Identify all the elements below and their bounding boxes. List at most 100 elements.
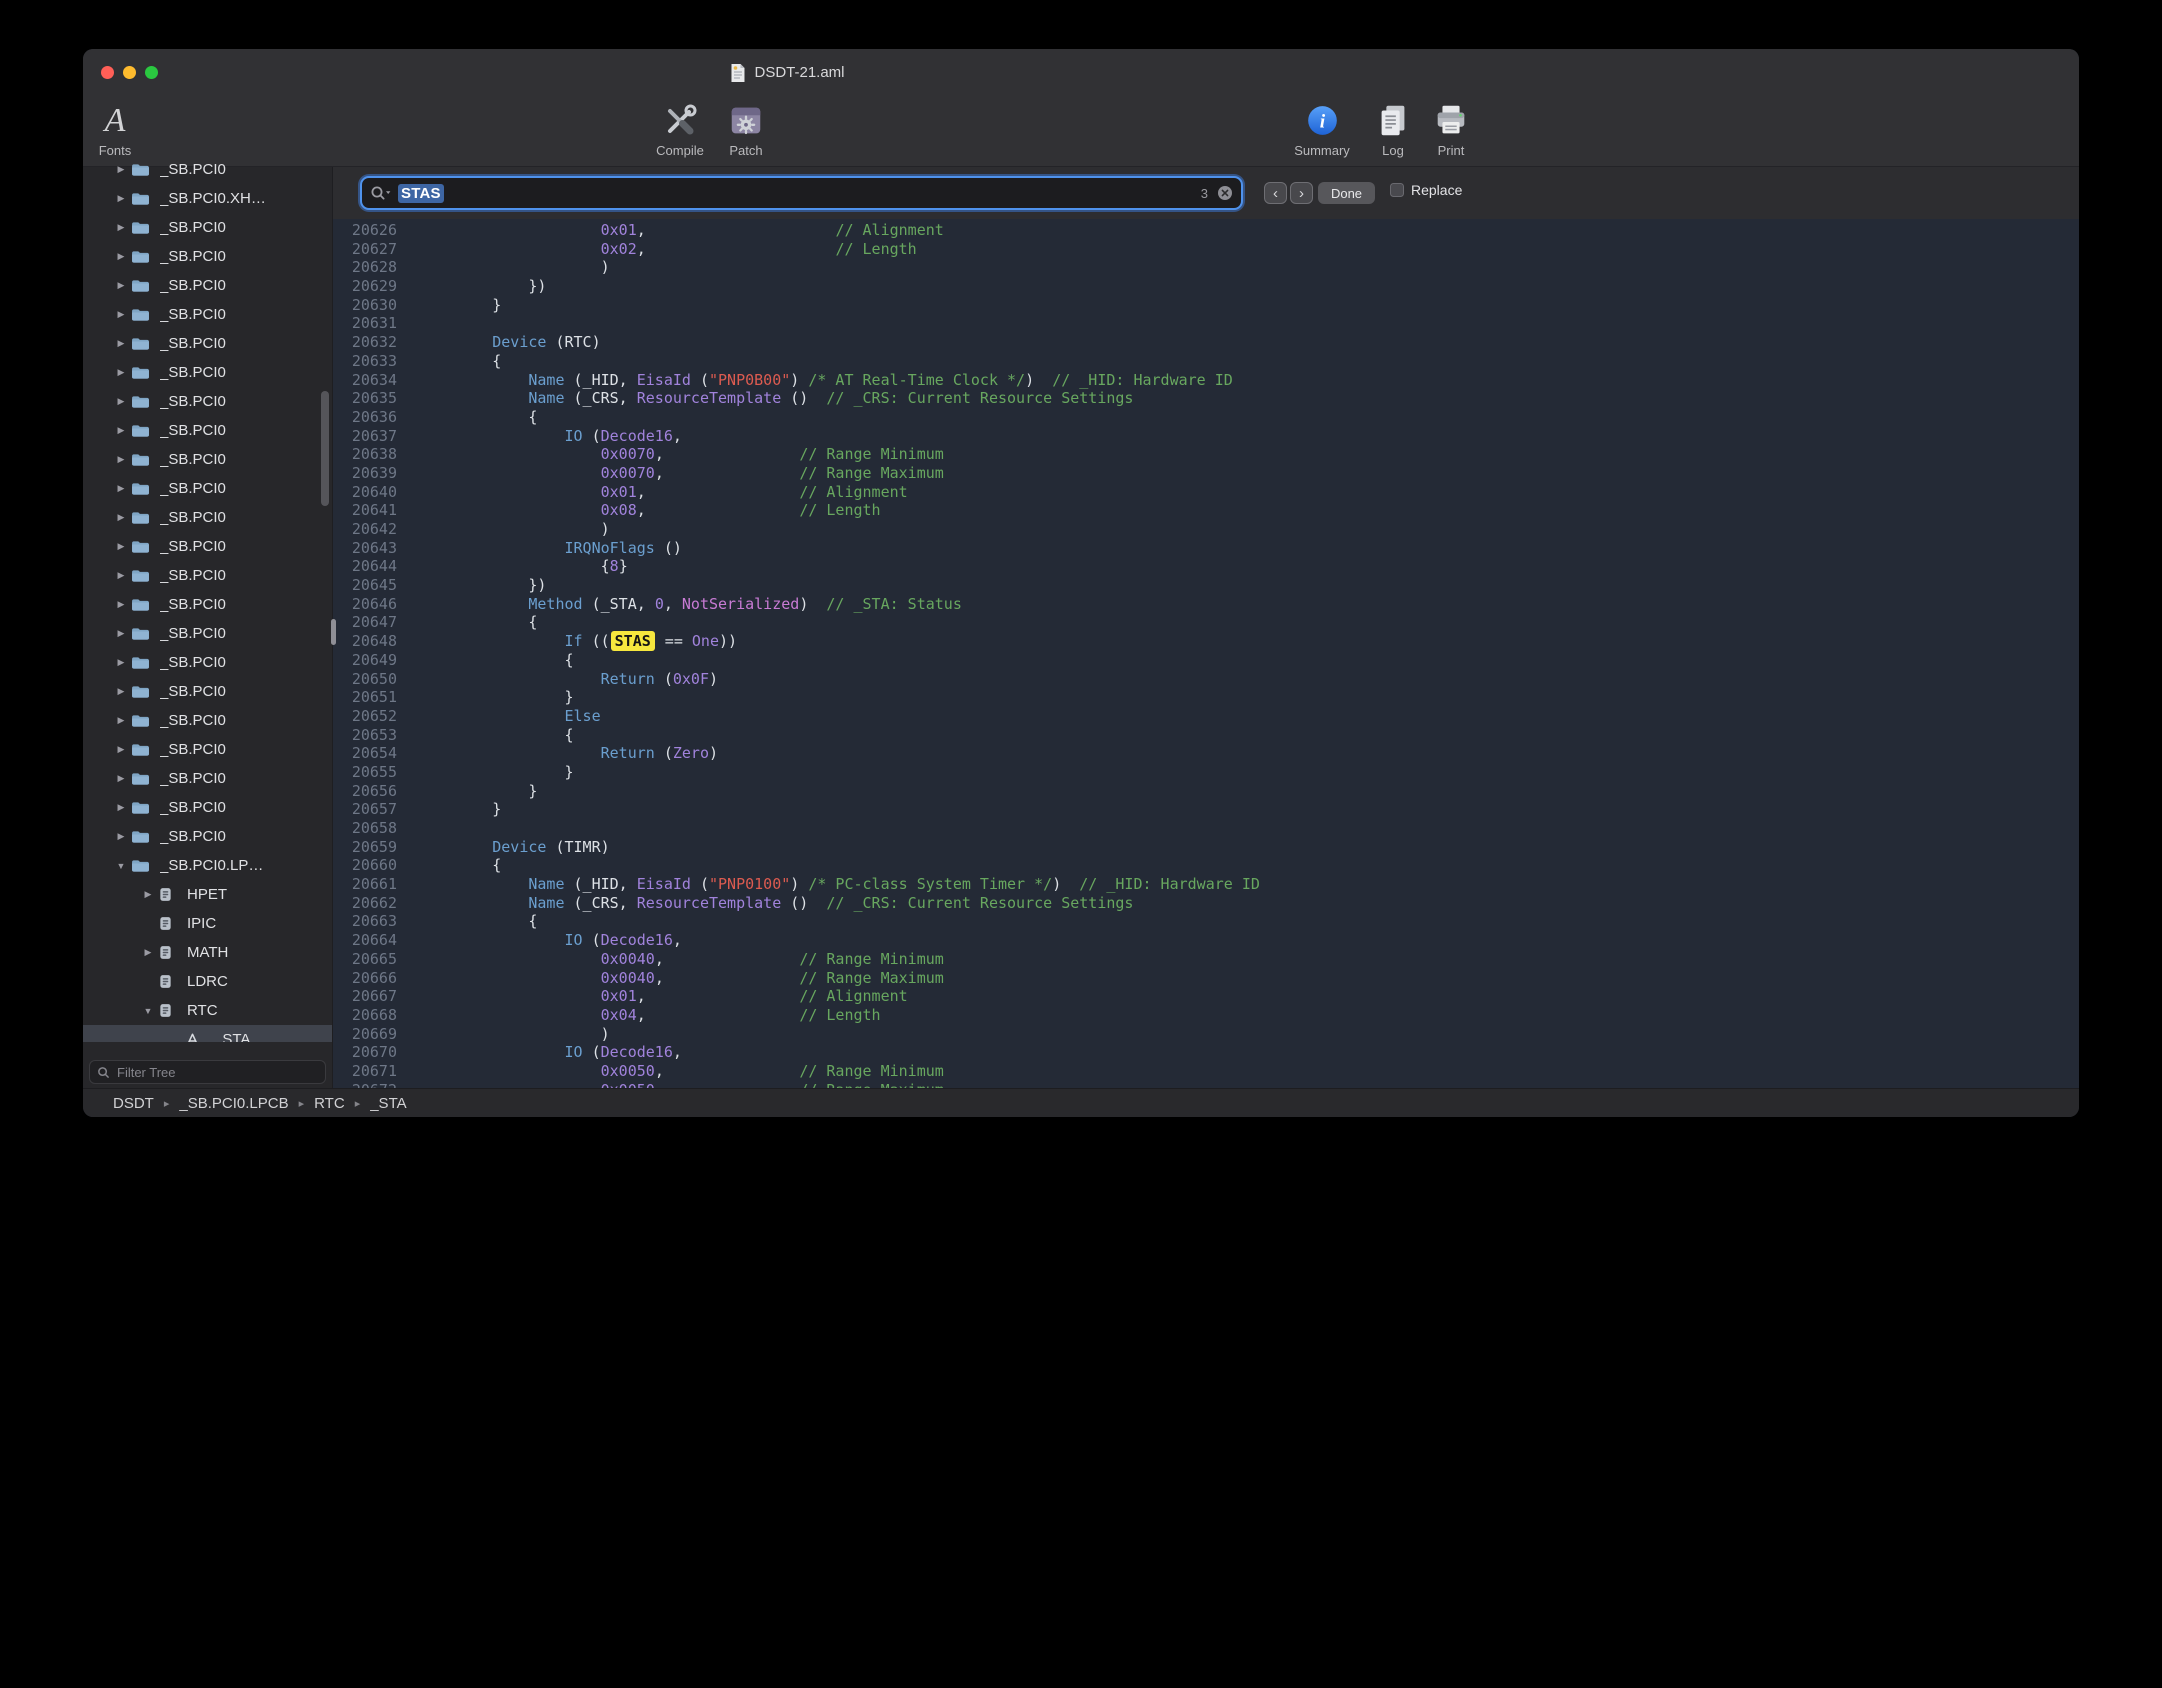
breadcrumb-item[interactable]: _STA: [370, 1095, 406, 1112]
code-line: 20631: [333, 314, 2079, 333]
toolbar-fonts-button[interactable]: AFonts: [83, 98, 163, 158]
next-match-button[interactable]: ›: [1290, 182, 1313, 204]
tree-item-rtc[interactable]: ▼RTC: [83, 996, 332, 1025]
search-icon[interactable]: [370, 185, 392, 201]
sidebar-scrollbar-thumb[interactable]: [321, 391, 329, 506]
tree-item-ipic[interactable]: IPIC: [83, 909, 332, 938]
tree-item-sb-pci0-xh[interactable]: ▶_SB.PCI0.XH…: [83, 184, 332, 213]
tree-item-sta[interactable]: _STA: [83, 1025, 332, 1042]
tree-item-hpet[interactable]: ▶HPET: [83, 880, 332, 909]
code-text: ): [409, 258, 610, 277]
tree-item-sb-pci0[interactable]: ▶_SB.PCI0: [83, 822, 332, 851]
tree-item-sb-pci0[interactable]: ▶_SB.PCI0: [83, 561, 332, 590]
disclosure-triangle[interactable]: ▶: [111, 657, 131, 668]
tree-item-sb-pci0[interactable]: ▶ _SB.PCI0: [83, 242, 332, 271]
tree-item-sb-pci0[interactable]: ▶_SB.PCI0: [83, 271, 332, 300]
code-editor[interactable]: 20626 0x01, // Alignment20627 0x02, // L…: [333, 219, 2079, 1090]
tree-item-sb-pci0[interactable]: ▶_SB.PCI0: [83, 648, 332, 677]
code-text: [409, 819, 420, 838]
scope-icon: [158, 916, 178, 932]
filter-tree-input[interactable]: [115, 1064, 318, 1081]
replace-checkbox[interactable]: [1390, 183, 1404, 197]
disclosure-triangle[interactable]: ▶: [111, 367, 131, 378]
disclosure-triangle[interactable]: ▶: [111, 222, 131, 233]
disclosure-triangle[interactable]: ▶: [111, 802, 131, 813]
disclosure-triangle[interactable]: ▶: [111, 483, 131, 494]
dsdt-tree[interactable]: ▶ _SB.PCI0 ▶_SB.PCI0.XH… ▶ _SB.PCI0 ▶ _SB.PCI0…: [83, 155, 332, 1042]
tree-item-math[interactable]: ▶MATH: [83, 938, 332, 967]
breadcrumb-item[interactable]: DSDT: [113, 1095, 154, 1112]
disclosure-triangle[interactable]: ▶: [111, 628, 131, 639]
tree-item-sb-pci0[interactable]: ▶_SB.PCI0: [83, 735, 332, 764]
tree-item-sb-pci0[interactable]: ▶_SB.PCI0: [83, 764, 332, 793]
disclosure-triangle[interactable]: ▼: [138, 1006, 158, 1016]
filter-tree-field[interactable]: [89, 1060, 326, 1084]
tree-item-sb-pci0[interactable]: ▶ _SB.PCI0: [83, 503, 332, 532]
disclosure-triangle[interactable]: ▶: [111, 280, 131, 291]
disclosure-triangle[interactable]: ▶: [111, 570, 131, 581]
tree-item-sb-pci0[interactable]: ▶_SB.PCI0: [83, 155, 332, 184]
breadcrumb-item[interactable]: RTC: [314, 1095, 345, 1112]
tree-item-sb-pci0[interactable]: ▶_SB.PCI0: [83, 358, 332, 387]
search-input[interactable]: STAS 3: [360, 176, 1243, 210]
disclosure-triangle[interactable]: ▶: [111, 512, 131, 523]
pane-splitter-handle[interactable]: [331, 619, 336, 645]
code-text: {: [409, 912, 537, 931]
tree-item-label: _SB.PCI0: [160, 248, 226, 265]
tree-item-sb-pci0[interactable]: ▶_SB.PCI0: [83, 474, 332, 503]
disclosure-triangle[interactable]: ▶: [138, 889, 158, 900]
tree-item-sb-pci0[interactable]: ▶_SB.PCI0: [83, 532, 332, 561]
disclosure-triangle[interactable]: ▶: [111, 831, 131, 842]
tree-item-sb-pci0[interactable]: ▶_SB.PCI0: [83, 213, 332, 242]
clear-search-button[interactable]: [1217, 185, 1233, 201]
disclosure-triangle[interactable]: ▶: [111, 686, 131, 697]
zoom-button[interactable]: [145, 66, 158, 79]
disclosure-triangle[interactable]: ▶: [111, 251, 131, 262]
disclosure-triangle[interactable]: ▶: [111, 164, 131, 175]
code-text: Else: [409, 707, 601, 726]
replace-label: Replace: [1411, 182, 1462, 198]
toolbar-patch-button[interactable]: Patch: [698, 98, 794, 158]
code-text: Name (_HID, EisaId ("PNP0B00") /* AT Rea…: [409, 371, 1233, 390]
disclosure-triangle[interactable]: ▶: [111, 599, 131, 610]
tree-item-sb-pci0[interactable]: ▶ _SB.PCI0: [83, 300, 332, 329]
tree-item-sb-pci0[interactable]: ▶_SB.PCI0: [83, 619, 332, 648]
previous-match-button[interactable]: ‹: [1264, 182, 1287, 204]
code-line: 20660 {: [333, 856, 2079, 875]
document-proxy-icon[interactable]: [729, 63, 746, 83]
disclosure-triangle[interactable]: ▶: [111, 309, 131, 320]
disclosure-triangle[interactable]: ▶: [111, 744, 131, 755]
tree-item-label: _SB.PCI0: [160, 306, 226, 323]
tree-item-sb-pci0[interactable]: ▶_SB.PCI0: [83, 416, 332, 445]
breadcrumb-item[interactable]: _SB.PCI0.LPCB: [179, 1095, 288, 1112]
disclosure-triangle[interactable]: ▶: [111, 454, 131, 465]
line-number: 20662: [333, 894, 409, 913]
tree-item-ldrc[interactable]: LDRC: [83, 967, 332, 996]
toolbar-print-button[interactable]: Print: [1403, 98, 1499, 158]
close-button[interactable]: [101, 66, 114, 79]
done-button[interactable]: Done: [1318, 182, 1375, 204]
tree-item-label: _SB.PCI0: [160, 509, 226, 526]
disclosure-triangle[interactable]: ▶: [111, 425, 131, 436]
disclosure-triangle[interactable]: ▶: [111, 541, 131, 552]
disclosure-triangle[interactable]: ▶: [111, 396, 131, 407]
titlebar[interactable]: DSDT-21.aml: [83, 49, 2079, 96]
code-text: Device (RTC): [409, 333, 601, 352]
tree-item-sb-pci0[interactable]: ▶_SB.PCI0: [83, 706, 332, 735]
breadcrumb-separator: ▸: [355, 1097, 361, 1110]
tree-item-sb-pci0[interactable]: ▶_SB.PCI0: [83, 329, 332, 358]
tree-item-sb-pci0[interactable]: ▶_SB.PCI0: [83, 793, 332, 822]
disclosure-triangle[interactable]: ▶: [111, 773, 131, 784]
tree-item-sb-pci0[interactable]: ▶_SB.PCI0: [83, 445, 332, 474]
disclosure-triangle[interactable]: ▶: [111, 193, 131, 204]
disclosure-triangle[interactable]: ▼: [111, 861, 131, 871]
tree-item-sb-pci0[interactable]: ▶_SB.PCI0: [83, 590, 332, 619]
disclosure-triangle[interactable]: ▶: [138, 947, 158, 958]
tree-item-sb-pci0[interactable]: ▶_SB.PCI0: [83, 387, 332, 416]
tree-item-sb-pci0-lp[interactable]: ▼_SB.PCI0.LP…: [83, 851, 332, 880]
disclosure-triangle[interactable]: ▶: [111, 715, 131, 726]
tree-item-sb-pci0[interactable]: ▶_SB.PCI0: [83, 677, 332, 706]
minimize-button[interactable]: [123, 66, 136, 79]
disclosure-triangle[interactable]: ▶: [111, 338, 131, 349]
code-line: 20644 {8}: [333, 557, 2079, 576]
